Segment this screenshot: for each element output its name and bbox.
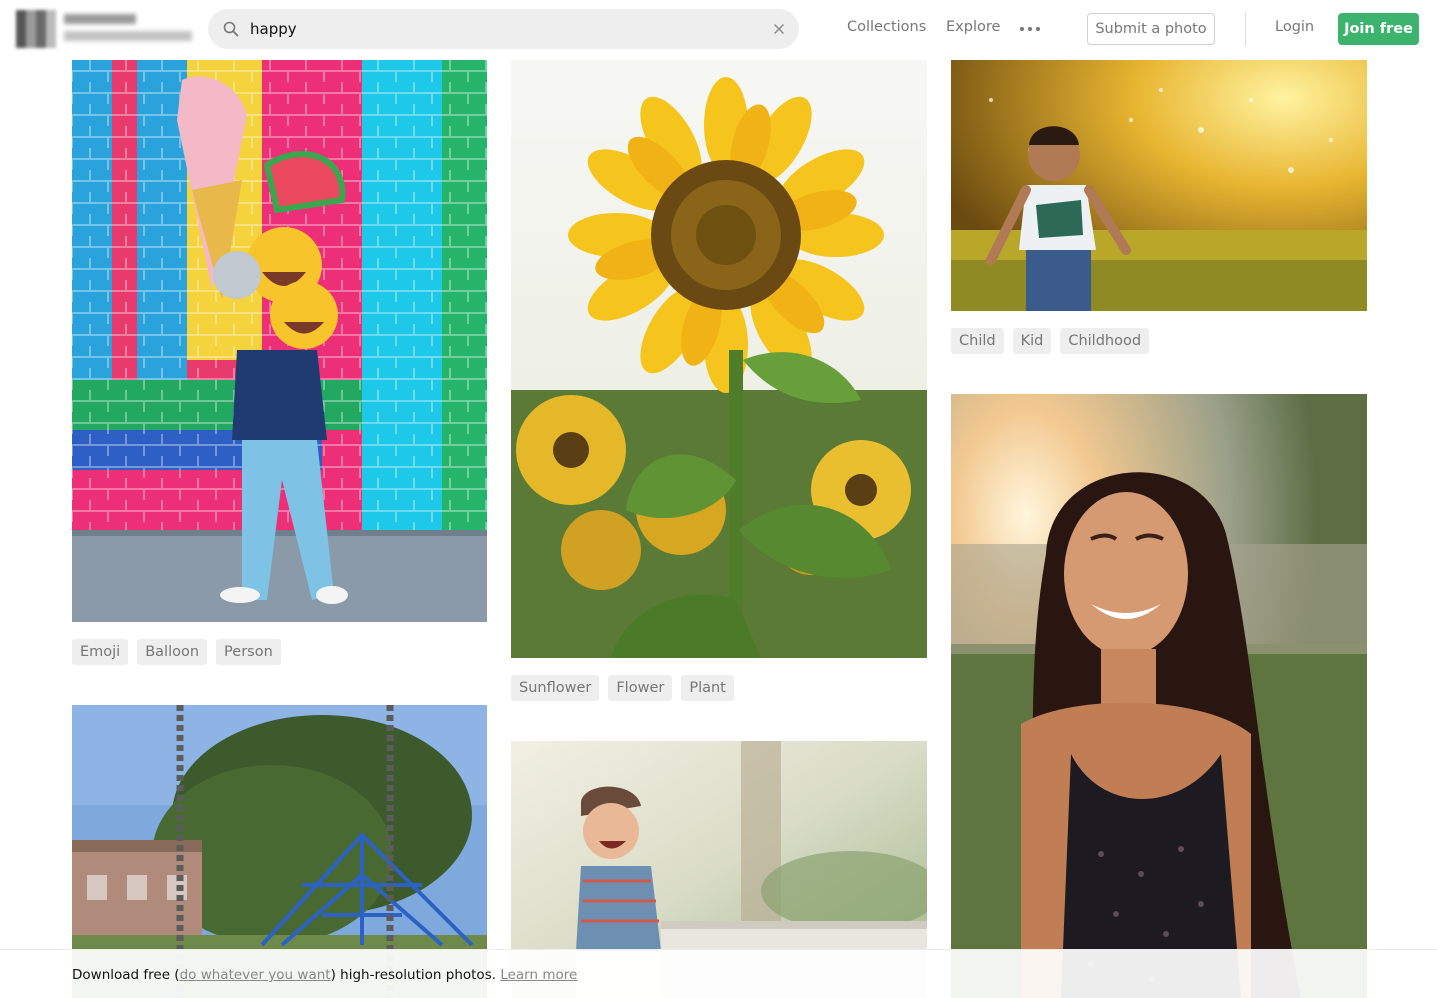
nav-collections-link[interactable]: Collections xyxy=(847,19,926,35)
tag-chip[interactable]: Child xyxy=(951,328,1004,354)
photo-tags: Emoji Balloon Person xyxy=(72,639,281,665)
tag-chip[interactable]: Person xyxy=(216,639,281,665)
logo-subtitle-blurred xyxy=(64,31,192,41)
search-bar[interactable] xyxy=(208,9,799,49)
photo-sunflower[interactable] xyxy=(511,60,927,658)
download-banner: Download free (do whatever you want) hig… xyxy=(0,949,1437,998)
tag-chip[interactable]: Childhood xyxy=(1060,328,1150,354)
logo[interactable] xyxy=(16,10,56,48)
join-free-button[interactable]: Join free xyxy=(1338,13,1419,45)
photo-tags: Sunflower Flower Plant xyxy=(511,675,734,701)
search-icon xyxy=(223,21,239,37)
top-header: Collections Explore Submit a photo Login… xyxy=(0,0,1437,58)
nav-explore-link[interactable]: Explore xyxy=(946,19,1000,35)
tag-chip[interactable]: Flower xyxy=(608,675,673,701)
banner-text: Download free (do whatever you want) hig… xyxy=(72,967,577,983)
header-divider xyxy=(1245,12,1246,46)
more-horizontal-icon[interactable] xyxy=(1020,27,1040,31)
tag-chip[interactable]: Plant xyxy=(681,675,734,701)
license-link[interactable]: do whatever you want xyxy=(180,967,331,983)
learn-more-link[interactable]: Learn more xyxy=(500,967,577,983)
tag-chip[interactable]: Kid xyxy=(1012,328,1052,354)
photo-smiling-woman[interactable] xyxy=(951,394,1367,998)
submit-photo-button[interactable]: Submit a photo xyxy=(1087,13,1215,45)
photo-tags: Child Kid Childhood xyxy=(951,328,1150,354)
photo-child-sprinkler[interactable] xyxy=(951,60,1367,311)
search-input[interactable] xyxy=(250,9,750,49)
tag-chip[interactable]: Emoji xyxy=(72,639,129,665)
login-link[interactable]: Login xyxy=(1275,19,1314,35)
tag-chip[interactable]: Balloon xyxy=(137,639,208,665)
banner-prefix: Download free ( xyxy=(72,967,180,983)
tag-chip[interactable]: Sunflower xyxy=(511,675,600,701)
banner-middle: ) high-resolution photos. xyxy=(330,967,501,983)
close-icon[interactable] xyxy=(773,23,785,35)
photo-emoji-balloons[interactable] xyxy=(72,60,487,622)
logo-title-blurred xyxy=(64,14,136,24)
